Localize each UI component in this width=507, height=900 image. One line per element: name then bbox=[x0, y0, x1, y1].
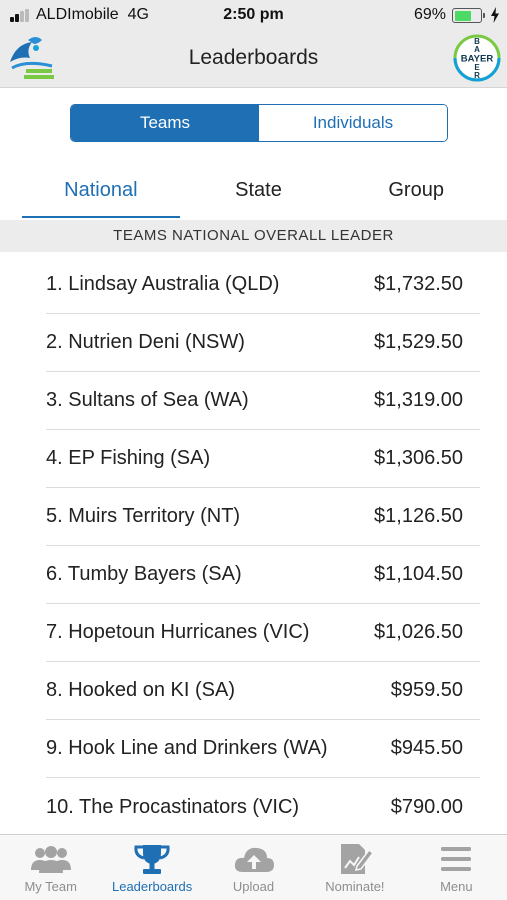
nav-menu[interactable]: Menu bbox=[406, 835, 507, 900]
team-name: 5. Muirs Territory (NT) bbox=[46, 505, 241, 527]
nav-leaderboards[interactable]: Leaderboards bbox=[101, 835, 202, 900]
svg-text:R: R bbox=[474, 71, 480, 80]
tab-national[interactable]: National bbox=[22, 168, 180, 218]
list-item[interactable]: 8. Hooked on KI (SA) $959.50 bbox=[46, 662, 480, 720]
nav-my-team[interactable]: My Team bbox=[0, 835, 101, 900]
tab-group[interactable]: Group bbox=[337, 168, 495, 218]
svg-text:A: A bbox=[474, 45, 480, 54]
list-item[interactable]: 2. Nutrien Deni (NSW) $1,529.50 bbox=[46, 314, 480, 372]
team-amount: $1,319.00 bbox=[374, 389, 463, 411]
leaderboard-list: 1. Lindsay Australia (QLD) $1,732.50 2. N… bbox=[46, 256, 480, 836]
list-item[interactable]: 9. Hook Line and Drinkers (WA) $945.50 bbox=[46, 720, 480, 778]
team-name: 7. Hopetoun Hurricanes (VIC) bbox=[46, 621, 310, 643]
nav-label: Upload bbox=[232, 879, 275, 894]
list-item[interactable]: 3. Sultans of Sea (WA) $1,319.00 bbox=[46, 372, 480, 430]
nominate-icon bbox=[333, 841, 377, 877]
team-name: 2. Nutrien Deni (NSW) bbox=[46, 331, 245, 353]
list-item[interactable]: 4. EP Fishing (SA) $1,306.50 bbox=[46, 430, 480, 488]
nav-label: Leaderboards bbox=[111, 879, 193, 894]
team-name: 1. Lindsay Australia (QLD) bbox=[46, 273, 280, 295]
list-item[interactable]: 1. Lindsay Australia (QLD) $1,732.50 bbox=[46, 256, 480, 314]
nav-label: Nominate! bbox=[325, 879, 385, 894]
team-name: 6. Tumby Bayers (SA) bbox=[46, 563, 242, 585]
team-amount: $959.50 bbox=[390, 679, 463, 701]
app-header: Leaderboards BAYER B A E R bbox=[0, 30, 507, 88]
bottom-tab-bar: My Team Leaderboards Upload Nominate! Me… bbox=[0, 834, 507, 900]
nav-upload[interactable]: Upload bbox=[203, 835, 304, 900]
charging-bolt-icon bbox=[491, 7, 499, 23]
team-name: 9. Hook Line and Drinkers (WA) bbox=[46, 737, 328, 759]
team-name: 3. Sultans of Sea (WA) bbox=[46, 389, 249, 411]
team-name: 4. EP Fishing (SA) bbox=[46, 447, 211, 469]
team-amount: $790.00 bbox=[390, 795, 463, 818]
trophy-icon bbox=[130, 841, 174, 877]
list-item[interactable]: 7. Hopetoun Hurricanes (VIC) $1,026.50 bbox=[46, 604, 480, 662]
list-item[interactable]: 10. The Procastinators (VIC) $790.00 bbox=[46, 778, 480, 836]
section-title: TEAMS NATIONAL OVERALL LEADER bbox=[0, 220, 507, 252]
team-amount: $1,104.50 bbox=[374, 563, 463, 585]
page-title: Leaderboards bbox=[188, 46, 319, 69]
team-amount: $945.50 bbox=[390, 737, 463, 759]
nav-label: Menu bbox=[440, 879, 473, 894]
list-item[interactable]: 5. Muirs Territory (NT) $1,126.50 bbox=[46, 488, 480, 546]
team-icon bbox=[29, 841, 73, 877]
team-amount: $1,126.50 bbox=[374, 505, 463, 527]
battery-level-fill bbox=[454, 10, 472, 21]
team-name: 10. The Procastinators (VIC) bbox=[46, 795, 300, 818]
battery-icon bbox=[452, 8, 485, 23]
cloud-upload-icon bbox=[232, 841, 276, 877]
bayer-cross-logo[interactable]: BAYER B A E R bbox=[452, 33, 502, 83]
battery-percentage: 69% bbox=[414, 6, 447, 23]
team-amount: $1,026.50 bbox=[374, 621, 463, 643]
team-amount: $1,306.50 bbox=[374, 447, 463, 469]
team-amount: $1,732.50 bbox=[374, 273, 463, 295]
nav-nominate[interactable]: Nominate! bbox=[304, 835, 405, 900]
menu-icon bbox=[434, 841, 478, 877]
team-amount: $1,529.50 bbox=[374, 331, 463, 353]
team-name: 8. Hooked on KI (SA) bbox=[46, 679, 235, 701]
scope-tabs: National State Group bbox=[22, 168, 495, 218]
segment-individuals[interactable]: Individuals bbox=[259, 105, 447, 141]
status-bar: ALDImobile 4G 2:50 pm 69% bbox=[0, 0, 507, 30]
tab-state[interactable]: State bbox=[180, 168, 338, 218]
nav-label: My Team bbox=[24, 879, 77, 894]
segment-teams[interactable]: Teams bbox=[71, 105, 259, 141]
teams-individuals-toggle: Teams Individuals bbox=[70, 104, 448, 142]
list-item[interactable]: 6. Tumby Bayers (SA) $1,104.50 bbox=[46, 546, 480, 604]
